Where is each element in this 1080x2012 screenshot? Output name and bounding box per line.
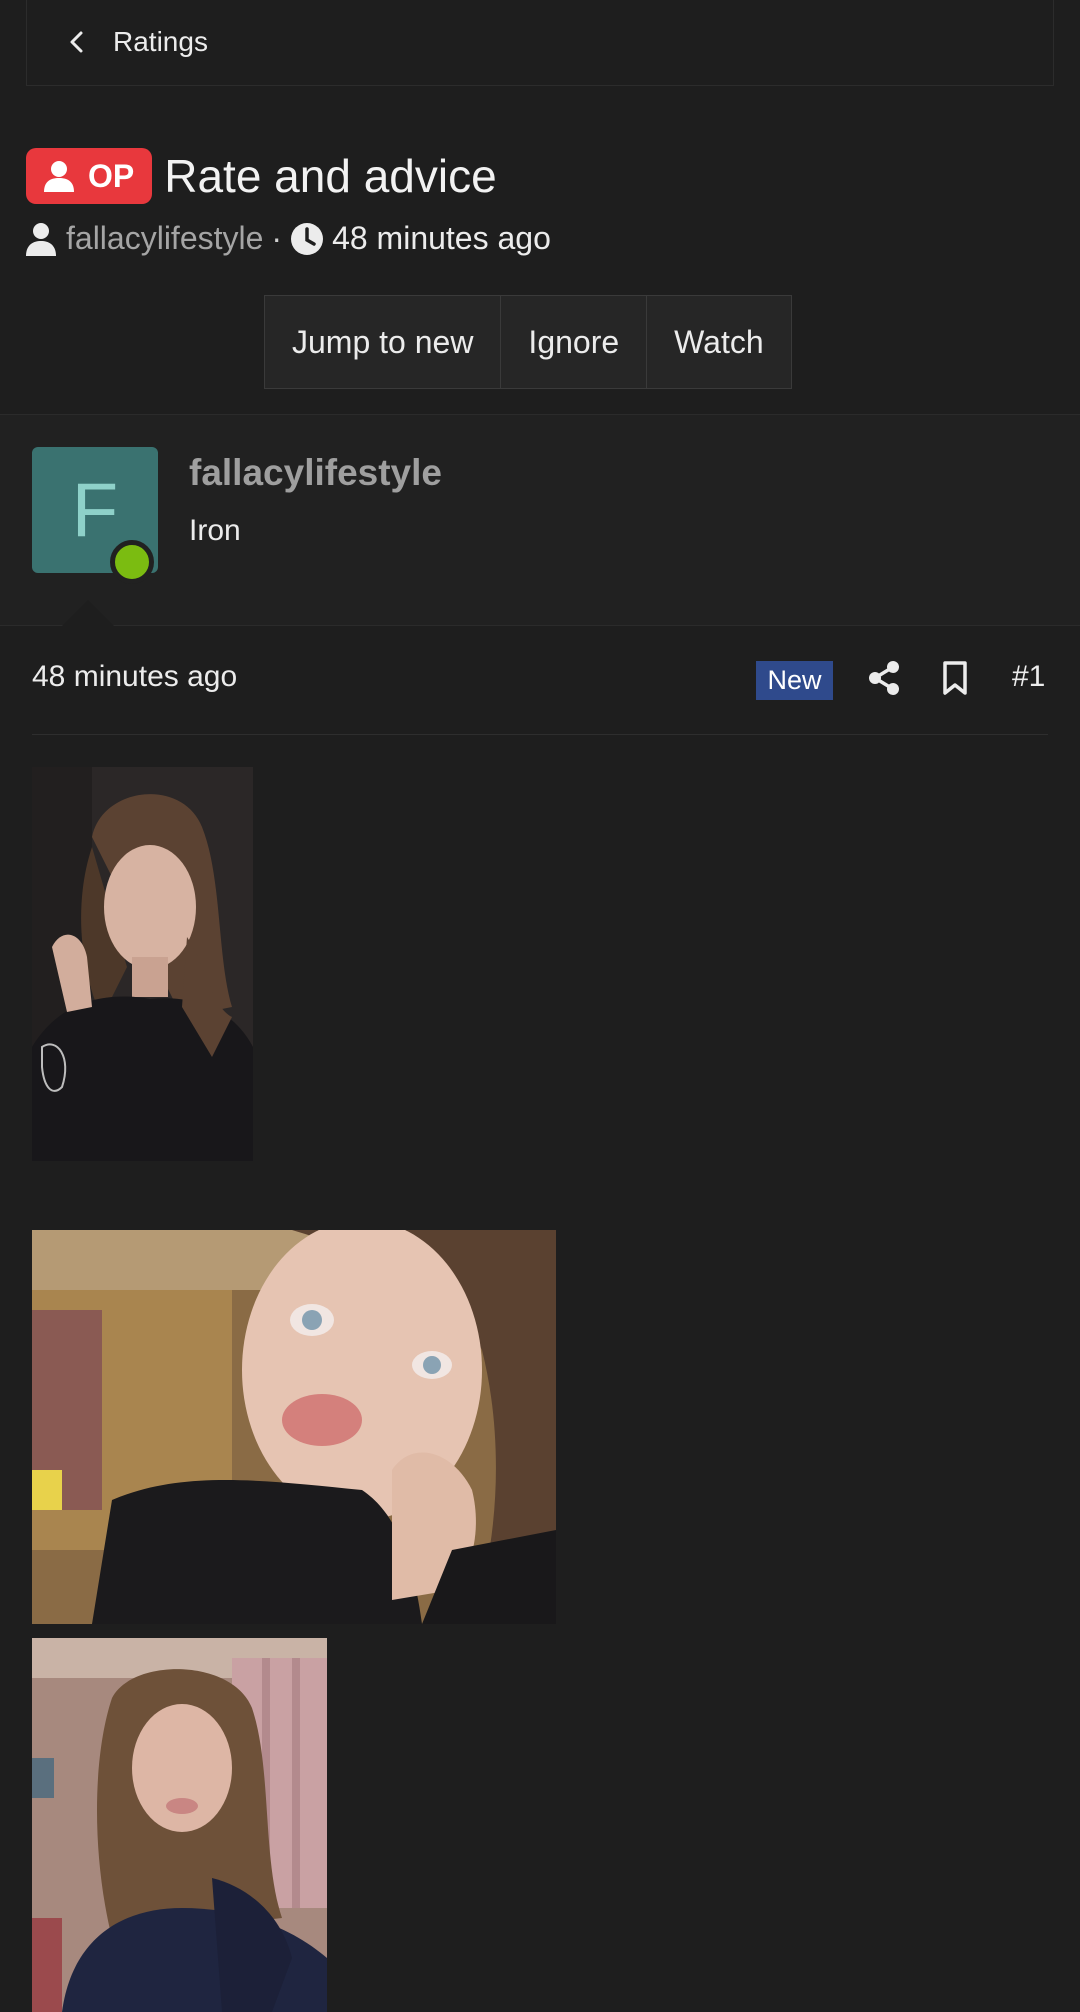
post-image-2[interactable] (32, 1230, 556, 1624)
online-status-indicator (110, 540, 154, 584)
op-badge: OP (26, 148, 153, 204)
bookmark-icon[interactable] (942, 661, 968, 695)
meta-separator: · (271, 220, 283, 256)
thread-header: OP Rate and advice (26, 148, 497, 204)
post-image-3[interactable] (32, 1638, 327, 2012)
share-icon[interactable] (868, 660, 900, 696)
post-image-1[interactable] (32, 767, 253, 1161)
post-number-link[interactable]: #1 (1012, 660, 1045, 694)
divider (0, 625, 1080, 626)
thread-actions: Jump to new Ignore Watch (264, 295, 792, 389)
watch-button[interactable]: Watch (647, 296, 791, 388)
ignore-button[interactable]: Ignore (501, 296, 648, 388)
page-title: Rate and advice (164, 150, 497, 202)
jump-to-new-button[interactable]: Jump to new (265, 296, 502, 388)
breadcrumb: Ratings (26, 0, 1054, 86)
chevron-left-icon (70, 31, 83, 52)
user-icon (26, 222, 56, 256)
new-badge: New (756, 661, 833, 700)
user-icon (44, 161, 74, 192)
post-time[interactable]: 48 minutes ago (32, 660, 237, 694)
poster-block (0, 415, 1080, 625)
breadcrumb-label: Ratings (113, 25, 208, 57)
divider (32, 734, 1048, 735)
poster-arrow (62, 600, 114, 626)
thread-time[interactable]: 48 minutes ago (332, 220, 551, 257)
op-badge-label: OP (88, 157, 135, 194)
clock-icon (291, 222, 324, 255)
thread-meta: fallacylifestyle · 48 minutes ago (26, 220, 551, 257)
poster-title: Iron (189, 514, 241, 547)
poster-name-link[interactable]: fallacylifestyle (189, 452, 442, 494)
thread-author-link[interactable]: fallacylifestyle (66, 220, 263, 257)
breadcrumb-back-link[interactable]: Ratings (65, 26, 208, 58)
